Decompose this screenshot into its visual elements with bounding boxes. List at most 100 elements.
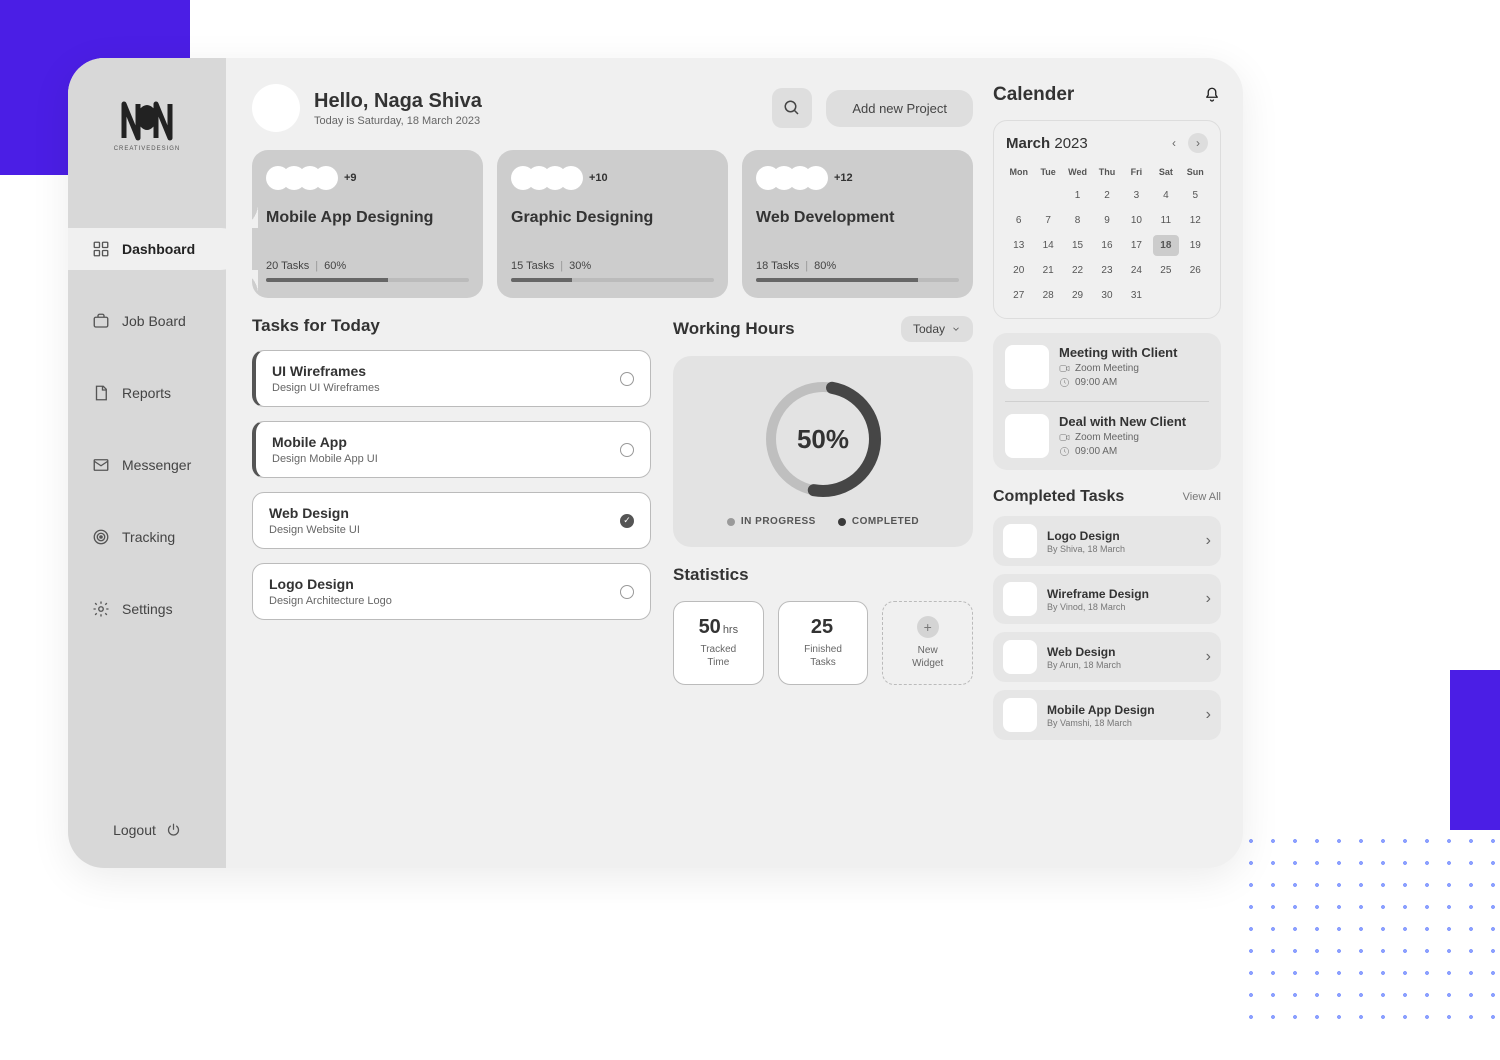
task-card[interactable]: Mobile AppDesign Mobile App UI: [252, 421, 651, 478]
sidebar-item-settings[interactable]: Settings: [68, 588, 226, 630]
completed-task-title: Wireframe Design: [1047, 587, 1149, 601]
calendar-day[interactable]: 12: [1183, 210, 1208, 231]
add-project-button[interactable]: Add new Project: [826, 90, 973, 127]
sidebar-item-job-board[interactable]: Job Board: [68, 300, 226, 342]
project-card[interactable]: +9Mobile App Designing20 Tasks|60%: [252, 150, 483, 298]
event-type: Zoom Meeting: [1075, 363, 1139, 374]
completed-list: Logo DesignBy Shiva, 18 March› Wireframe …: [993, 516, 1221, 740]
calendar-day[interactable]: 1: [1065, 185, 1090, 206]
task-card[interactable]: Logo DesignDesign Architecture Logo: [252, 563, 651, 620]
calendar-day[interactable]: 21: [1035, 260, 1060, 281]
tasks-column: Tasks for Today UI WireframesDesign UI W…: [252, 316, 651, 685]
completed-task-item[interactable]: Web DesignBy Arun, 18 March›: [993, 632, 1221, 682]
task-subtitle: Design Website UI: [269, 524, 360, 536]
sidebar-item-messenger[interactable]: Messenger: [68, 444, 226, 486]
calendar-dow: Sat: [1153, 163, 1178, 181]
calendar-day[interactable]: 14: [1035, 235, 1060, 256]
member-count: +10: [589, 172, 608, 184]
task-subtitle: Design UI Wireframes: [272, 382, 380, 394]
event-time: 09:00 AM: [1075, 446, 1117, 457]
sidebar-item-reports[interactable]: Reports: [68, 372, 226, 414]
logout-button[interactable]: Logout: [113, 822, 181, 838]
calendar-day[interactable]: 24: [1124, 260, 1149, 281]
user-avatar[interactable]: [252, 84, 300, 132]
completed-task-meta: By Vinod, 18 March: [1047, 602, 1149, 612]
task-card[interactable]: UI Wireframes Design UI Wireframes: [252, 350, 651, 407]
bell-icon: [1203, 86, 1221, 104]
calendar-day[interactable]: 7: [1035, 210, 1060, 231]
project-card[interactable]: +10Graphic Designing15 Tasks|30%: [497, 150, 728, 298]
completed-task-item[interactable]: Mobile App DesignBy Vamshi, 18 March›: [993, 690, 1221, 740]
calendar-day[interactable]: 6: [1006, 210, 1031, 231]
calendar-day[interactable]: 25: [1153, 260, 1178, 281]
clock-icon: [1059, 446, 1070, 457]
working-hours-chart: 50% IN PROGRESS COMPLETED: [673, 356, 973, 547]
calendar-day[interactable]: 4: [1153, 185, 1178, 206]
task-title: Mobile App: [272, 434, 378, 450]
calendar-day[interactable]: 30: [1094, 285, 1119, 306]
sidebar-item-tracking[interactable]: Tracking: [68, 516, 226, 558]
logo-subtext: CREATIVEDESIGN: [114, 146, 181, 152]
decor-purple-block-right: [1450, 670, 1500, 830]
member-count: +9: [344, 172, 357, 184]
clock-icon: [1059, 377, 1070, 388]
event-item[interactable]: Meeting with ClientZoom Meeting09:00 AM: [1005, 345, 1209, 402]
calendar-day[interactable]: 27: [1006, 285, 1031, 306]
completed-task-title: Web Design: [1047, 645, 1121, 659]
calendar-day[interactable]: 8: [1065, 210, 1090, 231]
calendar-day[interactable]: 10: [1124, 210, 1149, 231]
chevron-right-icon: ›: [1206, 706, 1211, 724]
task-checkbox[interactable]: [620, 585, 634, 599]
project-title: Graphic Designing: [511, 208, 714, 250]
notifications-button[interactable]: [1203, 86, 1221, 104]
calendar-dow: Thu: [1094, 163, 1119, 181]
nav-list: DashboardJob BoardReportsMessengerTracki…: [68, 228, 226, 630]
greeting: Hello, Naga Shiva Today is Saturday, 18 …: [314, 90, 482, 127]
completed-task-item[interactable]: Wireframe DesignBy Vinod, 18 March›: [993, 574, 1221, 624]
calendar-day[interactable]: 29: [1065, 285, 1090, 306]
file-icon: [92, 384, 110, 402]
view-all-link[interactable]: View All: [1183, 491, 1221, 503]
calendar-day[interactable]: 20: [1006, 260, 1031, 281]
project-card[interactable]: +12Web Development18 Tasks|80%: [742, 150, 973, 298]
calendar-day[interactable]: 23: [1094, 260, 1119, 281]
calendar-day[interactable]: 15: [1065, 235, 1090, 256]
calendar-next-button[interactable]: ›: [1188, 133, 1208, 153]
working-range-dropdown[interactable]: Today: [901, 316, 973, 342]
task-card[interactable]: Web DesignDesign Website UI✓: [252, 492, 651, 549]
task-checkbox[interactable]: [620, 443, 634, 457]
project-stats: 18 Tasks|80%: [756, 260, 959, 272]
calendar-day[interactable]: 5: [1183, 185, 1208, 206]
right-column: Calender March 2023 ‹ › MonTueWedThuFriS…: [993, 84, 1243, 842]
new-widget-button[interactable]: +NewWidget: [882, 601, 973, 685]
calendar-day[interactable]: 16: [1094, 235, 1119, 256]
center-column: Hello, Naga Shiva Today is Saturday, 18 …: [252, 84, 973, 842]
calendar-prev-button[interactable]: ‹: [1164, 133, 1184, 153]
calendar-day[interactable]: 28: [1035, 285, 1060, 306]
video-icon: [1059, 363, 1070, 374]
events-list: Meeting with ClientZoom Meeting09:00 AM D…: [993, 333, 1221, 470]
calendar-day[interactable]: 2: [1094, 185, 1119, 206]
nav-label: Reports: [122, 385, 171, 401]
calendar-day[interactable]: 22: [1065, 260, 1090, 281]
calendar-day[interactable]: 26: [1183, 260, 1208, 281]
task-checkbox[interactable]: ✓: [620, 514, 634, 528]
completed-task-item[interactable]: Logo DesignBy Shiva, 18 March›: [993, 516, 1221, 566]
task-title: UI Wireframes: [272, 363, 380, 379]
calendar-day[interactable]: 13: [1006, 235, 1031, 256]
stat-card: 50hrsTrackedTime: [673, 601, 764, 685]
calendar-day[interactable]: 11: [1153, 210, 1178, 231]
sidebar: CREATIVEDESIGN DashboardJob BoardReports…: [68, 58, 226, 868]
calendar-day[interactable]: 17: [1124, 235, 1149, 256]
completed-task-meta: By Shiva, 18 March: [1047, 544, 1125, 554]
calendar-day[interactable]: 31: [1124, 285, 1149, 306]
calendar-day[interactable]: 19: [1183, 235, 1208, 256]
calendar-day[interactable]: 9: [1094, 210, 1119, 231]
search-button[interactable]: [772, 88, 812, 128]
sidebar-item-dashboard[interactable]: Dashboard: [68, 228, 242, 270]
event-item[interactable]: Deal with New ClientZoom Meeting09:00 AM: [1005, 414, 1209, 458]
task-checkbox[interactable]: [620, 372, 634, 386]
task-thumbnail: [1003, 698, 1037, 732]
calendar-day[interactable]: 3: [1124, 185, 1149, 206]
calendar-day[interactable]: 18: [1153, 235, 1178, 256]
